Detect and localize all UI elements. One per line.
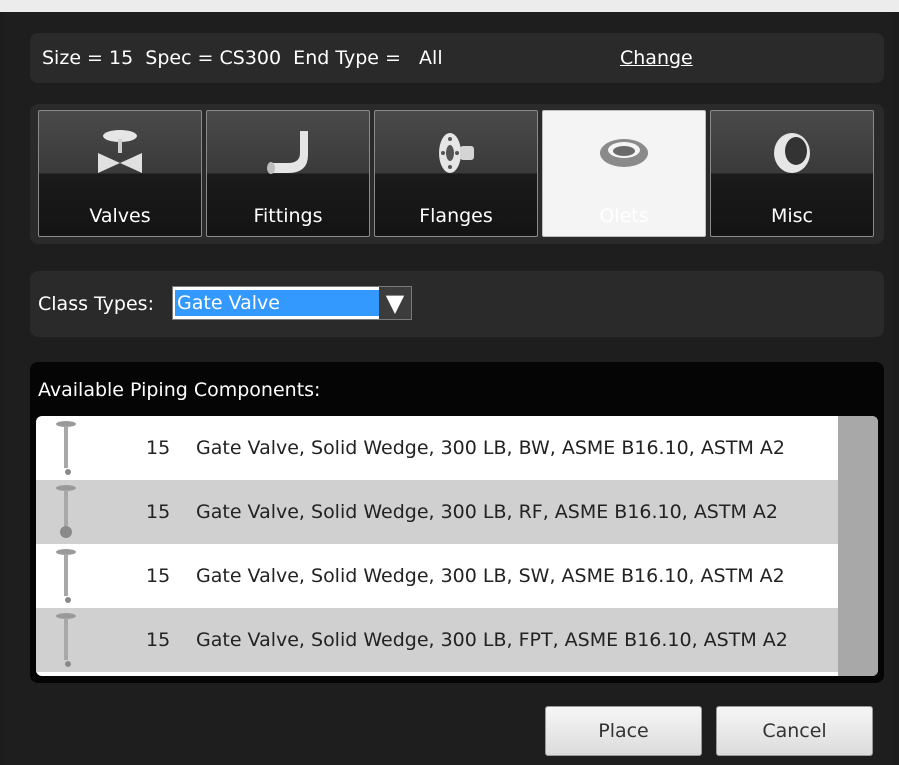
category-label: Fittings — [253, 205, 323, 227]
category-button-group: Valves Fittings Flanges Olets Misc — [30, 104, 884, 244]
flange-icon — [439, 133, 474, 173]
change-link[interactable]: Change — [620, 47, 693, 69]
misc-pipe-end-icon — [774, 133, 810, 173]
category-label: Olets — [599, 205, 649, 227]
category-button-valves[interactable]: Valves — [38, 110, 202, 237]
category-button-fittings[interactable]: Fittings — [206, 110, 370, 237]
category-button-olets[interactable]: Olets — [542, 110, 706, 237]
available-components-panel: Available Piping Components: 15 Gate Val… — [30, 362, 884, 683]
olet-icon — [600, 139, 648, 167]
components-list[interactable]: 15 Gate Valve, Solid Wedge, 300 LB, BW, … — [36, 416, 878, 676]
cancel-button[interactable]: Cancel — [716, 706, 873, 756]
category-label: Flanges — [419, 205, 493, 227]
category-button-misc[interactable]: Misc — [710, 110, 874, 237]
component-size: 15 — [146, 501, 171, 523]
dropdown-arrow-icon[interactable]: ▼ — [379, 287, 411, 319]
list-item[interactable]: 15 Gate Valve, Solid Wedge, 300 LB, SW, … — [36, 544, 838, 608]
component-description: Gate Valve, Solid Wedge, 300 LB, SW, ASM… — [196, 565, 785, 587]
component-description: Gate Valve, Solid Wedge, 300 LB, RF, ASM… — [196, 501, 778, 523]
gate-valve-icon — [56, 485, 76, 538]
class-types-select[interactable]: Gate Valve ▼ — [172, 286, 412, 320]
valve-icon — [98, 130, 142, 173]
list-scrollbar[interactable] — [838, 416, 878, 676]
component-description: Gate Valve, Solid Wedge, 300 LB, BW, ASM… — [196, 437, 786, 459]
class-types-selected-value: Gate Valve — [175, 290, 379, 316]
component-size: 15 — [146, 629, 171, 651]
list-item[interactable]: 15 Gate Valve, Solid Wedge, 300 LB, FPT,… — [36, 608, 838, 672]
list-item[interactable]: 15 Gate Valve, Solid Wedge, 300 LB, BW, … — [36, 416, 838, 480]
list-item[interactable]: 15 Gate Valve, Solid Wedge, 300 LB, RF, … — [36, 480, 838, 544]
category-button-flanges[interactable]: Flanges — [374, 110, 538, 237]
elbow-fitting-icon — [267, 131, 308, 174]
place-button[interactable]: Place — [545, 706, 702, 756]
component-size: 15 — [146, 437, 171, 459]
gate-valve-icon — [56, 549, 76, 603]
gate-valve-icon — [56, 613, 76, 667]
category-label: Misc — [770, 205, 814, 227]
components-header: Available Piping Components: — [38, 379, 321, 401]
category-label: Valves — [89, 205, 151, 227]
class-types-label: Class Types: — [38, 293, 154, 315]
selection-info-bar: Size = 15 Spec = CS300 End Type = All Ch… — [30, 33, 884, 83]
component-description: Gate Valve, Solid Wedge, 300 LB, FPT, AS… — [196, 629, 788, 651]
gate-valve-icon — [56, 421, 76, 475]
window-top-strip — [0, 0, 899, 12]
class-types-row: Class Types: Gate Valve ▼ — [30, 271, 884, 337]
selection-info-text: Size = 15 Spec = CS300 End Type = All — [42, 47, 443, 69]
component-size: 15 — [146, 565, 171, 587]
